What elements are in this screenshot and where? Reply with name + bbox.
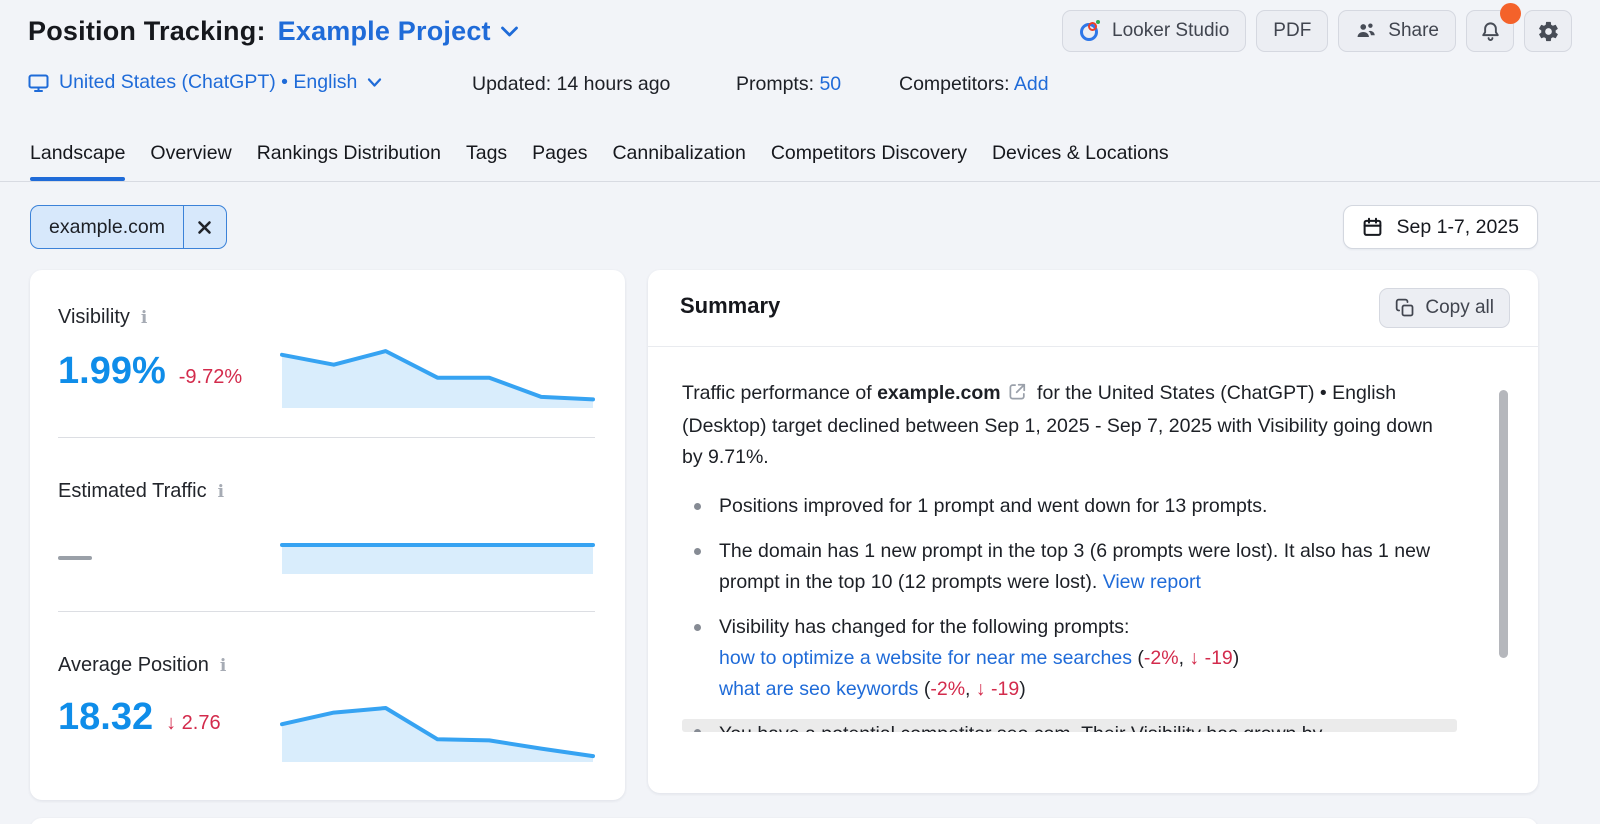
estimated-traffic-label: Estimated Traffic i [58, 480, 224, 503]
divider [58, 437, 595, 438]
average-position-value: 18.32 ↓ 2.76 [58, 696, 221, 739]
project-selector[interactable]: Example Project [278, 16, 519, 47]
project-meta-row: United States (ChatGPT) • English Update… [0, 71, 1600, 99]
bell-icon [1479, 20, 1502, 43]
summary-intro: Traffic performance of example.com for t… [682, 378, 1457, 473]
looker-studio-icon [1079, 20, 1101, 42]
average-position-sparkline [280, 698, 595, 762]
pdf-button[interactable]: PDF [1256, 10, 1328, 52]
report-tabs: Landscape Overview Rankings Distribution… [0, 142, 1600, 182]
remove-filter-button[interactable] [184, 206, 226, 248]
tab-tags[interactable]: Tags [466, 142, 507, 181]
metrics-card: Visibility i 1.99% -9.72% Estimated Traf… [30, 270, 625, 800]
tab-pages[interactable]: Pages [532, 142, 587, 181]
tab-devices-locations[interactable]: Devices & Locations [992, 142, 1169, 181]
prompt-link[interactable]: how to optimize a website for near me se… [719, 647, 1132, 669]
competitors-meta: Competitors: Add [899, 73, 1049, 96]
visibility-delta: -9.72% [179, 366, 242, 389]
chevron-down-icon [500, 25, 519, 38]
notifications-button[interactable] [1466, 10, 1514, 52]
updated-status: Updated: 14 hours ago [472, 73, 670, 96]
summary-title: Summary [680, 293, 780, 319]
prompts-count-link[interactable]: 50 [819, 73, 841, 95]
gear-icon [1537, 20, 1560, 43]
visibility-value: 1.99% -9.72% [58, 350, 242, 393]
copy-all-button[interactable]: Copy all [1379, 288, 1510, 328]
tab-competitors-discovery[interactable]: Competitors Discovery [771, 142, 967, 181]
average-position-label: Average Position i [58, 654, 226, 677]
copy-icon [1395, 298, 1415, 318]
add-competitors-link[interactable]: Add [1014, 73, 1049, 95]
tab-landscape[interactable]: Landscape [30, 142, 125, 181]
prompt-change-row: what are seo keywords (-2%, ↓ -19) [719, 674, 1457, 705]
looker-studio-button[interactable]: Looker Studio [1062, 10, 1246, 52]
bullet-dot [694, 503, 701, 510]
view-report-link[interactable]: View report [1103, 571, 1201, 593]
prompts-count: Prompts: 50 [736, 73, 841, 96]
prompt-link[interactable]: what are seo keywords [719, 678, 918, 700]
domain-filter-chip[interactable]: example.com [30, 205, 227, 249]
external-link-icon[interactable] [1008, 382, 1027, 401]
prompt-position-change: ↓ -19 [976, 678, 1019, 700]
info-icon[interactable]: i [141, 306, 147, 327]
tab-cannibalization[interactable]: Cannibalization [612, 142, 745, 181]
divider [58, 611, 595, 612]
header-actions: Looker Studio PDF Share [1062, 10, 1572, 52]
bullet-dot [694, 729, 701, 732]
notification-dot [1500, 3, 1521, 24]
settings-button[interactable] [1524, 10, 1572, 52]
project-name: Example Project [278, 16, 491, 47]
monitor-icon [28, 73, 49, 93]
tab-overview[interactable]: Overview [150, 142, 231, 181]
calendar-icon [1362, 216, 1383, 238]
page-title: Position Tracking: [28, 16, 266, 47]
prompt-change-row: how to optimize a website for near me se… [719, 643, 1457, 674]
summary-card: Summary Copy all Traffic performance of … [648, 270, 1538, 793]
close-icon [196, 219, 213, 236]
bullet-dot [694, 624, 701, 631]
prompt-position-change: ↓ -19 [1189, 647, 1232, 669]
estimated-traffic-no-value [58, 556, 92, 560]
target-label: United States (ChatGPT) • English [59, 71, 357, 94]
date-range-picker[interactable]: Sep 1-7, 2025 [1343, 205, 1538, 249]
header: Position Tracking: Example Project [28, 16, 519, 47]
next-card-top-edge [30, 818, 1538, 824]
estimated-traffic-sparkline [280, 526, 595, 574]
list-item-clipped: You have a potential competitor seo.com.… [682, 719, 1457, 732]
bullet-dot [694, 548, 701, 555]
chevron-down-icon [367, 77, 382, 88]
date-range-label: Sep 1-7, 2025 [1396, 216, 1519, 239]
visibility-label: Visibility i [58, 306, 147, 329]
info-icon[interactable]: i [218, 480, 224, 501]
info-icon[interactable]: i [220, 654, 226, 675]
average-position-delta: ↓ 2.76 [166, 712, 220, 735]
summary-scrollbar-thumb[interactable] [1499, 390, 1508, 658]
domain-filter-label: example.com [31, 206, 184, 248]
summary-body: Traffic performance of example.com for t… [682, 378, 1457, 732]
tab-rankings-distribution[interactable]: Rankings Distribution [257, 142, 441, 181]
list-item: Visibility has changed for the following… [682, 612, 1457, 705]
prompt-pct-change: -2% [1144, 647, 1179, 669]
prompt-pct-change: -2% [930, 678, 965, 700]
visibility-sparkline [280, 340, 595, 408]
summary-header: Summary Copy all [648, 270, 1538, 347]
summary-bullets: Positions improved for 1 prompt and went… [682, 491, 1457, 732]
share-button[interactable]: Share [1338, 10, 1456, 52]
list-item: Positions improved for 1 prompt and went… [682, 491, 1457, 522]
position-tracking-page: Position Tracking: Example Project Looke… [0, 0, 1600, 824]
target-selector[interactable]: United States (ChatGPT) • English [28, 71, 382, 94]
summary-domain: example.com [877, 382, 1001, 404]
share-people-icon [1355, 20, 1377, 42]
list-item: The domain has 1 new prompt in the top 3… [682, 536, 1457, 598]
visibility-changed-intro: Visibility has changed for the following… [719, 612, 1457, 643]
